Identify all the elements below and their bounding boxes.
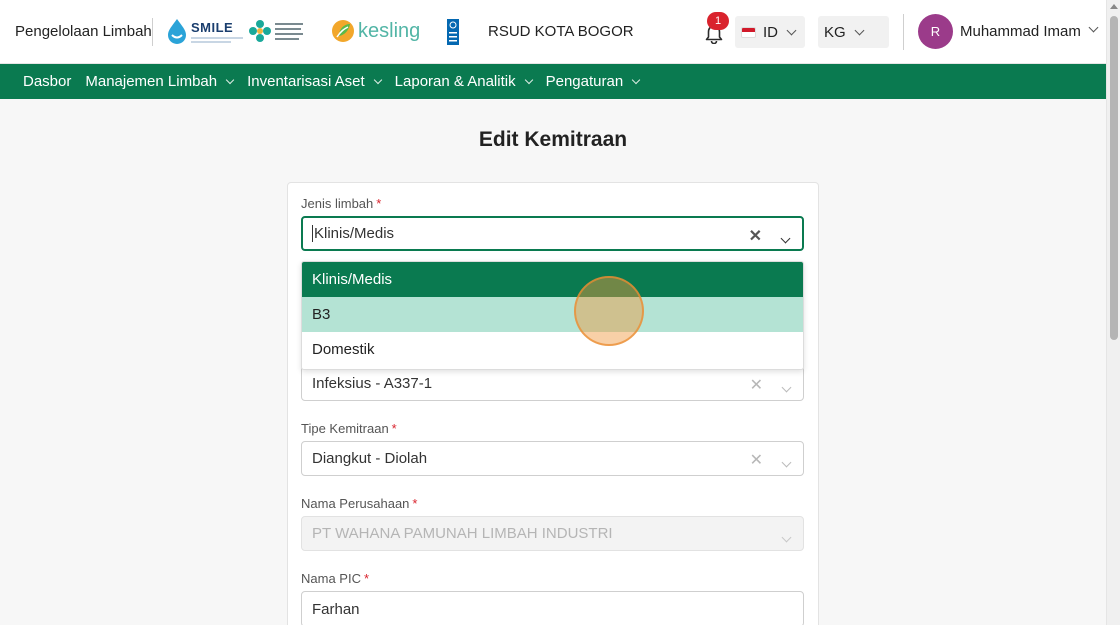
jenis-limbah-value: Klinis/Medis [314,225,395,242]
unit-value: KG [824,23,846,41]
nama-perusahaan-value: PT WAHANA PAMUNAH LIMBAH INDUSTRI [312,525,613,542]
tipe-kemitraan-label: Tipe Kemitraan * [301,421,397,436]
chevron-down-icon[interactable] [780,229,791,246]
header-divider [152,18,153,46]
chevron-down-icon[interactable] [781,378,792,395]
language-selector[interactable]: ID [735,16,805,48]
nav-item-label: Dasbor [23,73,72,90]
text-caret [312,225,313,242]
chevron-down-icon [225,75,235,84]
kategori-limbah-select[interactable]: Infeksius - A337-1 ✕ [301,366,804,401]
kesling-logo: kesling [331,18,420,44]
chevron-down-icon [373,75,382,84]
scroll-thumb[interactable] [1110,16,1118,340]
chevron-down-icon [524,75,533,84]
jenis-limbah-select[interactable]: Klinis/Medis ✕ [301,216,804,251]
nav-inventarisasi-aset[interactable]: Inventarisasi Aset [247,73,382,90]
option-b3[interactable]: B3 [302,297,803,332]
kategori-value: Infeksius - A337-1 [312,375,433,392]
nav-dasbor[interactable]: Dasbor [23,73,71,90]
clear-icon[interactable]: ✕ [750,450,763,470]
main-nav: Dasbor Manajemen Limbah Inventarisasi As… [0,64,1106,99]
chevron-down-icon [631,75,641,84]
tipe-kemitraan-select[interactable]: Diangkut - Diolah ✕ [301,441,804,476]
chevron-down-icon [786,25,797,35]
smile-logo-text: SMILE [191,19,234,35]
chevron-down-icon[interactable] [781,453,792,470]
indonesia-flag-icon [741,26,756,38]
nav-item-label: Manajemen Limbah [85,73,218,90]
top-header: Pengelolaan Limbah SMILE kesling RSUD KO… [0,0,1106,64]
clear-icon[interactable]: ✕ [749,226,762,246]
nav-item-label: Inventarisasi Aset [247,73,365,90]
page-scrollbar[interactable] [1106,0,1120,625]
language-value: ID [763,23,778,41]
scroll-up-arrow-icon[interactable] [1110,4,1118,9]
chevron-down-icon [781,528,792,545]
nav-item-label: Laporan & Analitik [394,73,516,90]
page-title: Edit Kemitraan [478,128,628,151]
app-name: Pengelolaan Limbah [15,23,152,40]
jenis-limbah-label: Jenis limbah * [301,196,382,211]
nama-pic-value: Farhan [312,600,360,618]
hospital-name: RSUD KOTA BOGOR [488,23,634,40]
user-menu-chevron-icon[interactable] [1088,22,1099,33]
nav-item-label: Pengaturan [545,73,624,90]
jenis-limbah-dropdown-menu: Klinis/Medis B3 Domestik [301,261,804,370]
avatar[interactable]: R [918,14,953,49]
option-klinis-medis[interactable]: Klinis/Medis [302,262,803,297]
kemenkes-logo [248,19,303,43]
nama-pic-label: Nama PIC * [301,571,370,586]
kesling-logo-text: kesling [358,19,421,42]
smile-logo: SMILE [165,18,243,44]
undp-logo [447,19,459,45]
clear-icon[interactable]: ✕ [750,375,763,395]
user-name[interactable]: Muhammad Imam [960,23,1081,40]
click-indicator [574,276,644,346]
nav-manajemen-limbah[interactable]: Manajemen Limbah [85,73,235,90]
header-divider [903,14,904,50]
tipe-kemitraan-value: Diangkut - Diolah [312,450,428,467]
unit-selector[interactable]: KG [818,16,889,48]
chevron-down-icon [854,25,865,35]
option-domestik[interactable]: Domestik [302,332,803,367]
nama-perusahaan-select: PT WAHANA PAMUNAH LIMBAH INDUSTRI [301,516,804,551]
notification-badge: 1 [707,12,729,30]
nama-perusahaan-label: Nama Perusahaan * [301,496,418,511]
nav-pengaturan[interactable]: Pengaturan [545,73,641,90]
nama-pic-input[interactable]: Farhan [301,591,804,625]
nav-laporan-analitik[interactable]: Laporan & Analitik [394,73,533,90]
